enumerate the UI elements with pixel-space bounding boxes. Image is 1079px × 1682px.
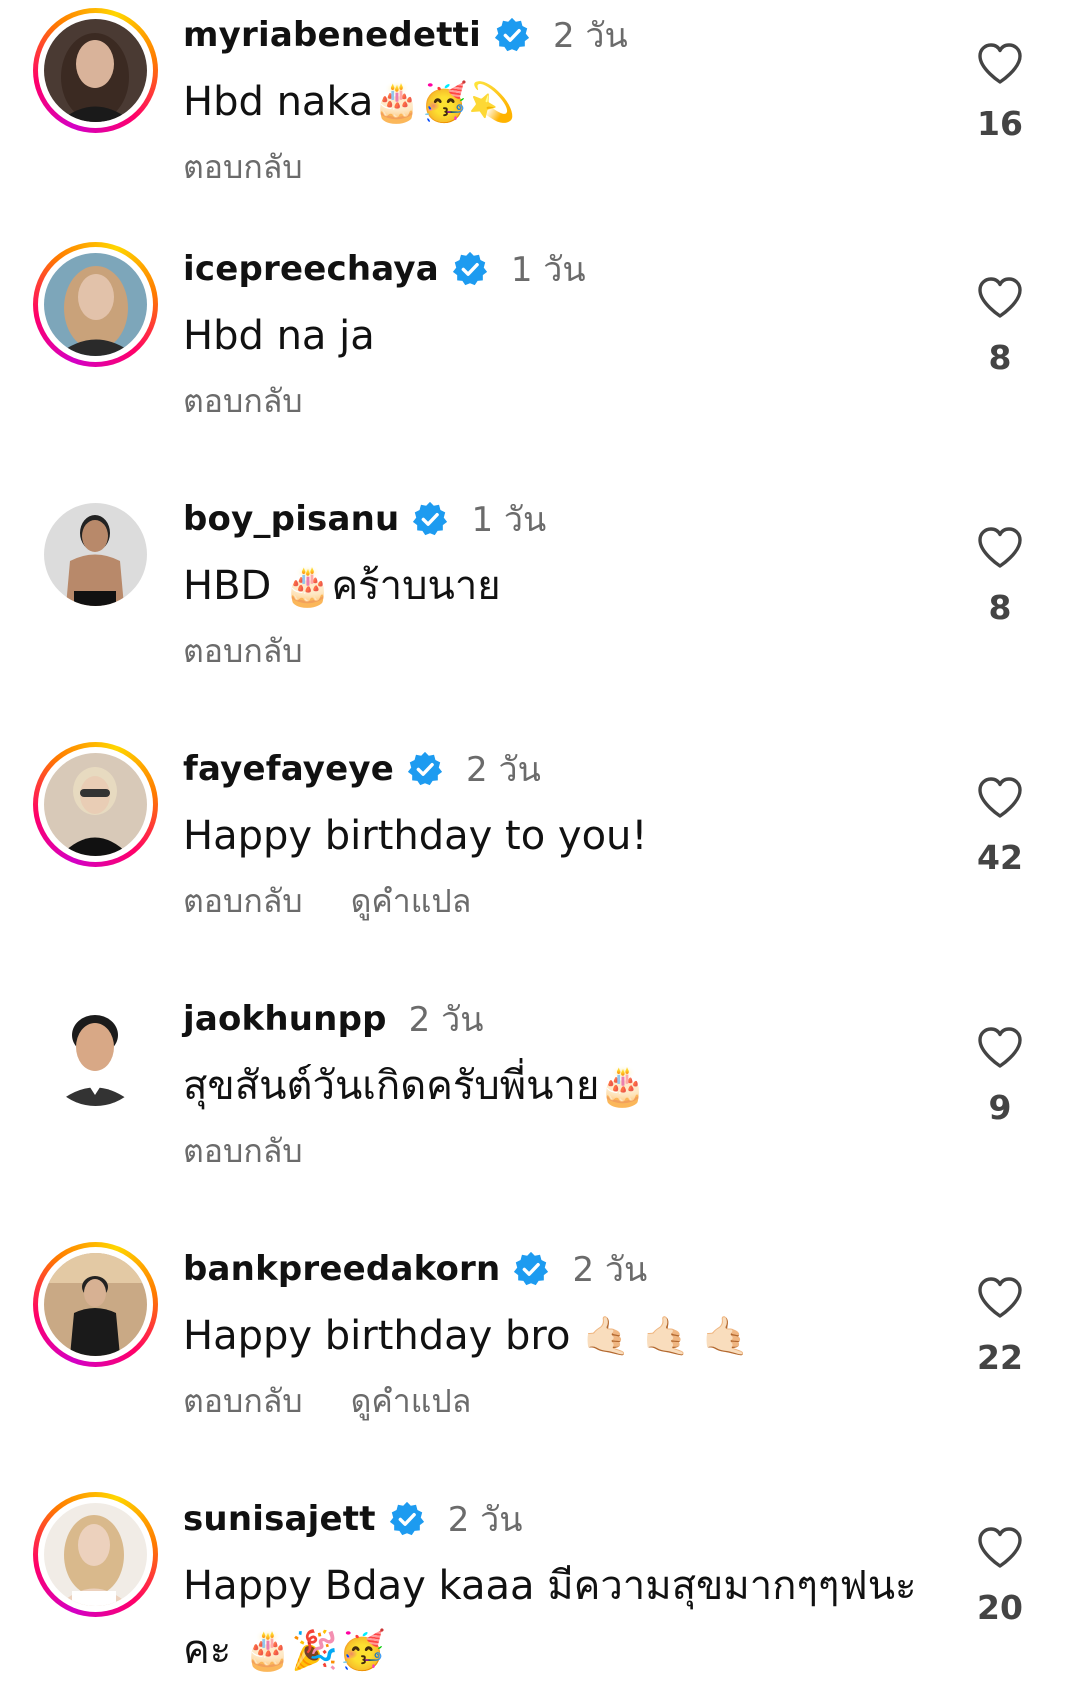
comment-username[interactable]: sunisajett xyxy=(183,1499,376,1539)
comment-body: สุขสันต์วันเกิดครับพี่นาย xyxy=(183,1063,600,1109)
comment-username[interactable]: boy_pisanu xyxy=(183,499,399,539)
comment-time: 2 วัน xyxy=(552,16,628,56)
comment-username[interactable]: bankpreedakorn xyxy=(183,1249,500,1289)
see-translation-button[interactable]: ดูคำแปล xyxy=(351,1376,472,1427)
comment-actions: ตอบกลับ xyxy=(183,376,351,427)
see-translation-button[interactable]: ดูคำแปล xyxy=(351,876,472,927)
comment-text: Happy birthday bro 🤙🏻 🤙🏻 🤙🏻 xyxy=(183,1304,923,1368)
comment-text: Hbd naka🎂🥳💫 xyxy=(183,70,923,134)
comment-body: Happy birthday to you! xyxy=(183,813,648,859)
heart-icon[interactable] xyxy=(976,1026,1024,1070)
like-count: 16 xyxy=(977,104,1023,143)
avatar[interactable] xyxy=(33,742,158,867)
comment-actions: ตอบกลับ xyxy=(183,142,351,193)
comment-item: myriabenedetti 2 วัน Hbd naka🎂🥳💫 ตอบกลับ… xyxy=(0,0,1079,220)
avatar[interactable] xyxy=(33,992,158,1117)
heart-icon[interactable] xyxy=(976,276,1024,320)
like-section: 16 xyxy=(960,42,1040,143)
like-section: 42 xyxy=(960,776,1040,877)
verified-badge-icon xyxy=(389,1501,424,1536)
comment-time: 2 วัน xyxy=(572,1250,648,1290)
avatar[interactable] xyxy=(33,242,158,367)
comment-item: sunisajett 2 วัน Happy Bday kaaa มีความส… xyxy=(0,1484,1079,1674)
reply-button[interactable]: ตอบกลับ xyxy=(183,376,303,427)
like-section: 8 xyxy=(960,276,1040,377)
heart-icon[interactable] xyxy=(976,42,1024,86)
comment-text: HBD 🎂คร้าบนาย xyxy=(183,554,923,618)
comments-list: myriabenedetti 2 วัน Hbd naka🎂🥳💫 ตอบกลับ… xyxy=(0,0,1079,1674)
comment-actions: ตอบกลับ xyxy=(183,626,351,677)
like-count: 42 xyxy=(977,838,1023,877)
like-count: 22 xyxy=(977,1338,1023,1377)
verified-badge-icon xyxy=(452,251,487,286)
avatar-image xyxy=(44,1253,147,1356)
avatar-image xyxy=(44,253,147,356)
verified-badge-icon xyxy=(494,17,530,52)
like-count: 8 xyxy=(988,588,1012,627)
heart-icon[interactable] xyxy=(976,1526,1024,1570)
comment-item: jaokhunpp 2 วัน สุขสันต์วันเกิดครับพี่นา… xyxy=(0,984,1079,1204)
avatar[interactable] xyxy=(33,1492,158,1617)
comment-time: 2 วัน xyxy=(466,750,541,790)
comment-text: Happy birthday to you! xyxy=(183,804,923,868)
comment-body: HBD xyxy=(183,563,285,609)
avatar-image xyxy=(44,19,147,122)
avatar[interactable] xyxy=(33,8,158,133)
comment-body: Hbd na ja xyxy=(183,313,375,359)
comment-item: bankpreedakorn 2 วัน Happy birthday bro … xyxy=(0,1234,1079,1454)
like-section: 8 xyxy=(960,526,1040,627)
avatar[interactable] xyxy=(33,1242,158,1367)
comment-body: Happy birthday bro xyxy=(183,1313,584,1359)
comment-item: boy_pisanu 1 วัน HBD 🎂คร้าบนาย ตอบกลับ 8 xyxy=(0,484,1079,704)
comment-item: icepreechaya 1 วัน Hbd na ja ตอบกลับ 8 xyxy=(0,234,1079,454)
comment-username[interactable]: fayefayeye xyxy=(183,749,394,789)
comment-body-suffix: คร้าบนาย xyxy=(331,563,501,609)
reply-button[interactable]: ตอบกลับ xyxy=(183,876,303,927)
comment-time: 1 วัน xyxy=(510,250,586,290)
comment-username[interactable]: icepreechaya xyxy=(183,249,439,289)
like-count: 8 xyxy=(988,338,1012,377)
avatar[interactable] xyxy=(33,492,158,617)
verified-badge-icon xyxy=(413,501,448,536)
like-section: 20 xyxy=(960,1526,1040,1627)
reply-button[interactable]: ตอบกลับ xyxy=(183,142,303,193)
avatar-image xyxy=(44,1503,147,1606)
comment-time: 2 วัน xyxy=(447,1500,523,1540)
reply-button[interactable]: ตอบกลับ xyxy=(183,626,303,677)
heart-icon[interactable] xyxy=(976,1276,1024,1320)
comment-actions: ตอบกลับ ดูคำแปล xyxy=(183,1376,519,1427)
reply-button[interactable]: ตอบกลับ xyxy=(183,1376,303,1427)
comment-time: 1 วัน xyxy=(471,500,547,540)
reply-button[interactable]: ตอบกลับ xyxy=(183,1126,303,1177)
comment-text: Happy Bday kaaa มีความสุขมากๆๆฟนะคะ 🎂🎉🥳 xyxy=(183,1554,923,1682)
like-count: 20 xyxy=(977,1588,1023,1627)
comment-username[interactable]: jaokhunpp xyxy=(183,999,387,1039)
comment-text: สุขสันต์วันเกิดครับพี่นาย🎂 xyxy=(183,1054,923,1118)
comment-item: fayefayeye 2 วัน Happy birthday to you! … xyxy=(0,734,1079,954)
comment-text: Hbd na ja xyxy=(183,304,923,368)
avatar-image xyxy=(44,503,147,606)
comment-emoji: 🎂 xyxy=(284,564,332,608)
comment-emoji: 🎂🥳💫 xyxy=(373,80,516,124)
comment-actions: ตอบกลับ xyxy=(183,1126,351,1177)
verified-badge-icon xyxy=(514,1251,549,1286)
comment-body: Hbd naka xyxy=(183,79,374,125)
comment-emoji: 🎂🎉🥳 xyxy=(243,1628,386,1672)
heart-icon[interactable] xyxy=(976,526,1024,570)
avatar-image xyxy=(44,1003,147,1106)
comment-actions: ตอบกลับ ดูคำแปล xyxy=(183,876,519,927)
comment-emoji: 🎂 xyxy=(599,1064,647,1108)
verified-badge-icon xyxy=(407,751,443,786)
comment-time: 2 วัน xyxy=(408,1000,484,1040)
like-section: 9 xyxy=(960,1026,1040,1127)
comment-body: Happy Bday kaaa มีความสุขมากๆๆฟนะ xyxy=(183,1563,917,1609)
like-count: 9 xyxy=(988,1088,1012,1127)
heart-icon[interactable] xyxy=(976,776,1024,820)
avatar-image xyxy=(44,753,147,856)
comment-username[interactable]: myriabenedetti xyxy=(183,15,481,55)
comment-body-line2: คะ xyxy=(183,1627,244,1673)
like-section: 22 xyxy=(960,1276,1040,1377)
comment-emoji: 🤙🏻 🤙🏻 🤙🏻 xyxy=(583,1314,750,1358)
